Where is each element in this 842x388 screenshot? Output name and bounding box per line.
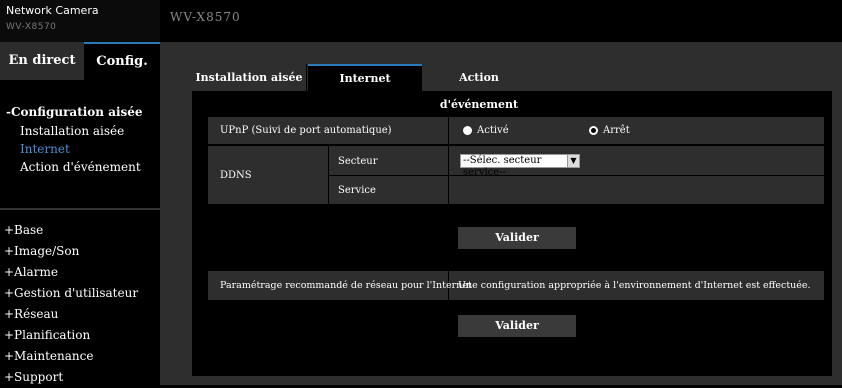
ddns-divider-v1 (328, 146, 329, 204)
upnp-label: UPnP (Suivi de port automatique) (220, 125, 392, 136)
left-tabs: En direct Config. (0, 42, 160, 80)
recommended-label: Paramétrage recommandé de réseau pour l'… (220, 280, 472, 291)
subtab-event-action[interactable]: Action d'événement (424, 64, 534, 111)
nav-section-title[interactable]: -Configuration aisée (0, 102, 160, 122)
nav-item-installation[interactable]: Installation aisée (0, 122, 160, 140)
menu-group-planification[interactable]: +Planification (0, 325, 160, 346)
ddns-label: DDNS (220, 170, 252, 181)
brand-model: WV-X8570 (6, 22, 57, 32)
upnp-on-label[interactable]: Activé (477, 125, 509, 136)
sector-label: Secteur (338, 156, 378, 167)
menu-group-maintenance[interactable]: +Maintenance (0, 346, 160, 367)
ddns-divider-v2 (448, 146, 449, 204)
menu-group-reseau[interactable]: +Réseau (0, 304, 160, 325)
upnp-divider (448, 117, 449, 144)
main-area: Installation aisée Internet Action d'évé… (160, 42, 842, 385)
ddns-divider-h (328, 175, 824, 176)
upnp-off-label[interactable]: Arrêt (603, 125, 630, 136)
service-label: Service (338, 185, 376, 196)
sub-tabs: Installation aisée Internet Action d'évé… (192, 64, 832, 111)
left-panel: En direct Config. -Configuration aisée I… (0, 42, 160, 385)
brand-title: Network Camera (6, 4, 99, 17)
settings-panel: Installation aisée Internet Action d'évé… (192, 64, 832, 376)
menu-groups: +Base +Image/Son +Alarme +Gestion d'util… (0, 220, 160, 388)
menu-group-alarme[interactable]: +Alarme (0, 262, 160, 283)
tab-live[interactable]: En direct (0, 42, 84, 80)
subtab-installation[interactable]: Installation aisée (192, 64, 307, 91)
submit-button-1[interactable]: Valider (458, 227, 576, 249)
submit-button-2[interactable]: Valider (458, 315, 576, 337)
upnp-off-radio[interactable] (589, 126, 598, 135)
nav-divider (0, 208, 160, 210)
menu-group-gestion-utilisateur[interactable]: +Gestion d'utilisateur (0, 283, 160, 304)
brand-block: Network Camera WV-X8570 (0, 0, 160, 42)
menu-group-base[interactable]: +Base (0, 220, 160, 241)
upnp-on-radio[interactable] (463, 126, 472, 135)
chevron-down-icon[interactable]: ▼ (567, 155, 579, 167)
config-nav: -Configuration aisée Installation aisée … (0, 102, 160, 176)
nav-item-event-action[interactable]: Action d'événement (0, 158, 160, 176)
recommended-text: Une configuration appropriée à l'environ… (458, 280, 811, 291)
sector-select[interactable]: --Sélec. secteur service-- ▼ (460, 154, 580, 178)
nav-item-internet[interactable]: Internet (0, 140, 160, 158)
top-header: Network Camera WV-X8570 WV-X8570 (0, 0, 842, 42)
subtab-internet[interactable]: Internet (308, 64, 422, 91)
model-title: WV-X8570 (170, 10, 241, 24)
tab-config[interactable]: Config. (84, 42, 160, 80)
menu-group-image-son[interactable]: +Image/Son (0, 241, 160, 262)
